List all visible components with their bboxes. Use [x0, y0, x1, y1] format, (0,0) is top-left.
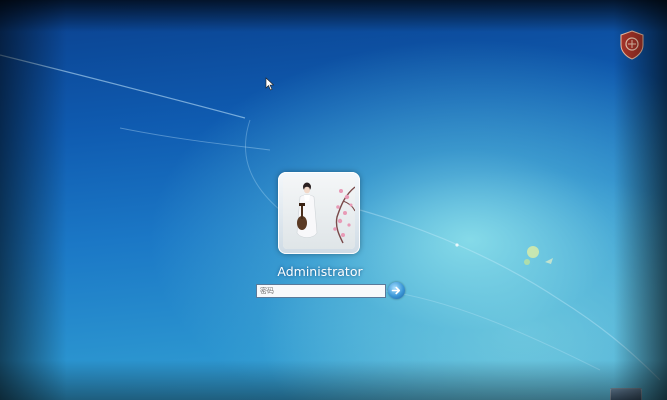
username-label: Administrator	[277, 264, 363, 279]
submit-button[interactable]	[388, 282, 405, 299]
ease-of-access-icon[interactable]	[610, 388, 642, 400]
shield-badge-icon	[620, 30, 644, 60]
password-input[interactable]	[256, 284, 386, 298]
flower-decoration	[455, 243, 553, 265]
user-tile[interactable]	[278, 172, 360, 254]
user-avatar	[283, 177, 355, 249]
logon-screen: Administrator	[0, 0, 667, 400]
mouse-pointer-icon	[265, 77, 275, 91]
arrow-right-icon	[391, 286, 401, 295]
